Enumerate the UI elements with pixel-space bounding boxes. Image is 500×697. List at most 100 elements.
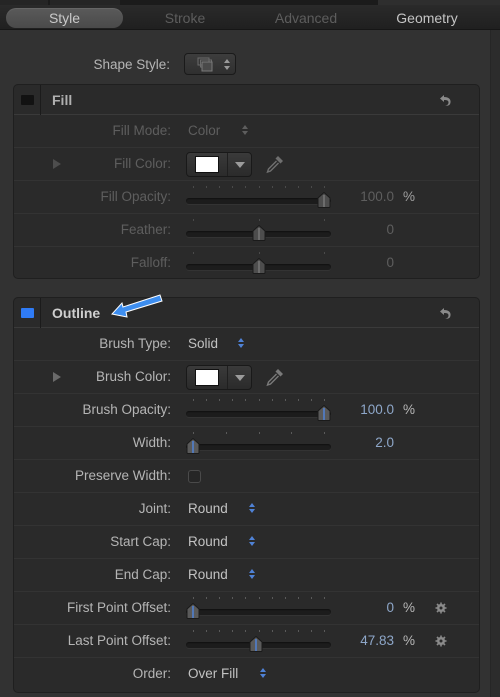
last-point-offset-value[interactable]: 47.83 xyxy=(360,633,394,648)
end-cap-stepper-icon[interactable] xyxy=(248,567,256,581)
order-value[interactable]: Over Fill xyxy=(188,666,238,681)
fill-opacity-value[interactable]: 100.0 xyxy=(360,189,394,204)
slider-thumb[interactable] xyxy=(252,225,266,241)
joint-value[interactable]: Round xyxy=(188,501,228,516)
slider-tick xyxy=(219,630,221,632)
start-cap-label: Start Cap: xyxy=(110,534,171,549)
start-cap-stepper-icon[interactable] xyxy=(248,534,256,548)
brush-opacity-value[interactable]: 100.0 xyxy=(360,402,394,417)
slider-tick xyxy=(284,186,286,188)
slider-track[interactable] xyxy=(186,411,331,417)
end-cap-value[interactable]: Round xyxy=(188,567,228,582)
fill-mode-stepper-icon[interactable] xyxy=(241,123,249,137)
shape-style-label: Shape Style: xyxy=(93,57,170,72)
fill-mode-value[interactable]: Color xyxy=(188,123,220,138)
last-point-offset-slider[interactable] xyxy=(186,625,331,658)
slider-tick xyxy=(206,630,208,632)
slider-thumb[interactable] xyxy=(186,438,200,454)
slider-thumb[interactable] xyxy=(317,405,331,421)
brush-opacity-slider[interactable] xyxy=(186,394,331,427)
width-value[interactable]: 2.0 xyxy=(375,435,394,450)
slider-tick xyxy=(193,399,194,401)
slider-thumb[interactable] xyxy=(317,192,331,208)
first-point-offset-value[interactable]: 0 xyxy=(386,600,394,615)
slider-tick xyxy=(232,186,234,188)
color-well-divider xyxy=(227,366,228,389)
scroll-rail[interactable] xyxy=(490,30,500,697)
feather-row: Feather: 0 xyxy=(14,214,479,247)
brush-type-stepper-icon[interactable] xyxy=(237,336,245,350)
width-slider[interactable] xyxy=(186,427,331,460)
slider-tick xyxy=(193,630,194,632)
slider-thumb[interactable] xyxy=(252,258,266,274)
brush-type-row: Brush Type: Solid xyxy=(14,328,479,361)
slider-tick xyxy=(219,399,221,401)
brush-opacity-label: Brush Opacity: xyxy=(82,402,171,417)
slider-ticks xyxy=(186,597,331,600)
slider-tick xyxy=(324,186,325,188)
slider-track[interactable] xyxy=(186,609,331,615)
slider-tick xyxy=(284,630,286,632)
eyedropper-icon[interactable] xyxy=(264,153,286,175)
fill-enable-checkbox[interactable] xyxy=(14,85,41,115)
preserve-width-checkbox[interactable] xyxy=(188,470,201,483)
slider-ticks xyxy=(186,399,331,402)
falloff-label: Falloff: xyxy=(130,255,171,270)
reset-icon[interactable] xyxy=(439,93,453,107)
color-well-divider xyxy=(227,153,228,176)
outline-section: Outline Brush Type: Solid Brush Color: B… xyxy=(13,297,480,693)
fill-section-header: Fill xyxy=(14,85,479,115)
slider-tick xyxy=(219,597,221,599)
tab-geometry[interactable]: Geometry xyxy=(382,8,472,28)
joint-row: Joint: Round xyxy=(14,493,479,526)
falloff-value[interactable]: 0 xyxy=(386,255,394,270)
slider-tick xyxy=(310,597,312,599)
slider-tick xyxy=(271,186,273,188)
start-cap-row: Start Cap: Round xyxy=(14,526,479,559)
start-cap-value[interactable]: Round xyxy=(188,534,228,549)
tab-advanced[interactable]: Advanced xyxy=(262,8,350,28)
outline-enable-checkbox[interactable] xyxy=(14,298,41,328)
slider-track[interactable] xyxy=(186,444,331,450)
tab-stroke[interactable]: Stroke xyxy=(145,8,225,28)
brush-color-swatch xyxy=(195,369,219,386)
fill-opacity-slider[interactable] xyxy=(186,181,331,214)
first-point-offset-unit: % xyxy=(403,600,416,615)
order-stepper-icon[interactable] xyxy=(259,666,267,680)
slider-tick xyxy=(258,630,260,632)
feather-value[interactable]: 0 xyxy=(386,222,394,237)
slider-tick xyxy=(310,630,312,632)
slider-thumb[interactable] xyxy=(186,603,200,619)
brush-color-well[interactable] xyxy=(186,365,252,390)
end-cap-row: End Cap: Round xyxy=(14,559,479,592)
end-cap-label: End Cap: xyxy=(114,567,171,582)
fill-opacity-unit: % xyxy=(403,189,416,204)
reset-icon[interactable] xyxy=(439,306,453,320)
shape-style-popup[interactable] xyxy=(184,53,236,75)
slider-tick xyxy=(310,186,312,188)
brush-type-value[interactable]: Solid xyxy=(188,336,218,351)
fill-color-well[interactable] xyxy=(186,152,252,177)
fill-mode-row: Fill Mode: Color xyxy=(14,115,479,148)
feather-slider[interactable] xyxy=(186,214,331,247)
fill-mode-label: Fill Mode: xyxy=(112,123,171,138)
tab-style[interactable]: Style xyxy=(6,8,123,28)
order-label: Order: xyxy=(132,666,171,681)
slider-track[interactable] xyxy=(186,198,331,204)
first-point-offset-slider[interactable] xyxy=(186,592,331,625)
slider-tick xyxy=(245,186,247,188)
slider-tick xyxy=(193,252,194,254)
gear-icon[interactable] xyxy=(435,635,447,647)
gear-icon[interactable] xyxy=(435,602,447,614)
eyedropper-icon[interactable] xyxy=(264,366,286,388)
slider-tick xyxy=(284,399,286,401)
joint-stepper-icon[interactable] xyxy=(248,501,256,515)
brush-type-label: Brush Type: xyxy=(99,336,171,351)
brush-opacity-row: Brush Opacity: 100.0 % xyxy=(14,394,479,427)
width-label: Width: xyxy=(132,435,171,450)
falloff-slider[interactable] xyxy=(186,247,331,280)
slider-tick xyxy=(324,597,325,599)
slider-thumb[interactable] xyxy=(249,636,263,652)
brush-color-row: Brush Color: xyxy=(14,361,479,394)
slider-tick xyxy=(297,630,299,632)
